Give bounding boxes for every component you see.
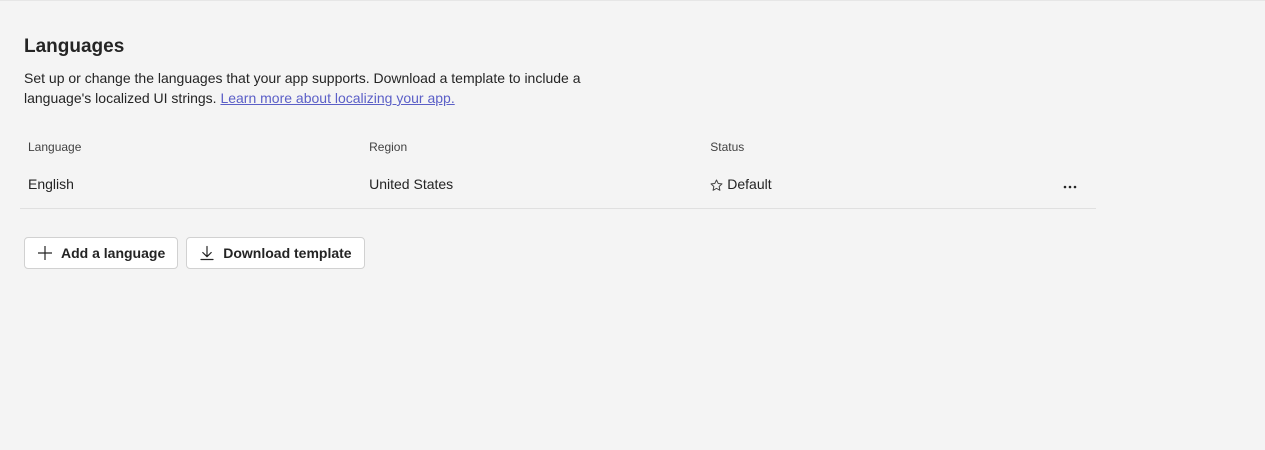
table-row[interactable]: English United States Default (20, 160, 1096, 209)
download-template-label: Download template (223, 245, 352, 261)
column-header-region: Region (369, 140, 408, 154)
column-header-status: Status (710, 140, 745, 154)
plus-icon (37, 245, 53, 261)
table-header: Language Region Status (20, 134, 1096, 160)
column-header-language: Language (28, 140, 82, 154)
page-description: Set up or change the languages that your… (24, 68, 604, 108)
cell-status: Default (710, 176, 1036, 192)
learn-more-link[interactable]: Learn more about localizing your app. (220, 90, 454, 106)
status-label: Default (727, 176, 772, 192)
languages-section: Languages Set up or change the languages… (20, 34, 1124, 269)
star-icon (710, 178, 723, 192)
cell-language: English (28, 176, 74, 192)
download-template-button[interactable]: Download template (186, 237, 365, 269)
more-options-icon (1063, 176, 1077, 192)
top-divider (0, 0, 1265, 1)
add-language-label: Add a language (61, 245, 166, 261)
download-icon (199, 245, 215, 261)
more-options-button[interactable] (1056, 170, 1084, 198)
page-title: Languages (24, 36, 125, 57)
add-language-button[interactable]: Add a language (24, 237, 179, 269)
cell-region: United States (369, 176, 454, 192)
row-actions (1037, 170, 1096, 198)
languages-table: Language Region Status English United St… (20, 134, 1096, 209)
actions-bar: Add a language Download template (24, 237, 365, 269)
